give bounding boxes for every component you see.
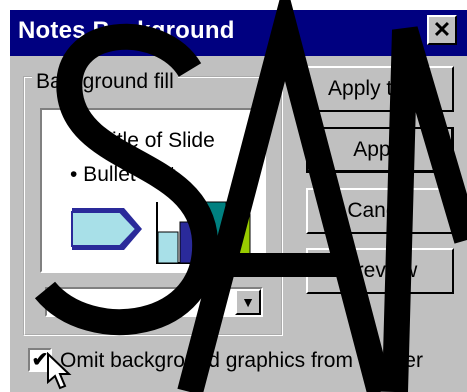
preview-chart-bar-2 <box>179 221 203 264</box>
preview-button[interactable]: Preview <box>306 248 454 294</box>
apply-button[interactable]: Apply <box>306 127 454 173</box>
combo-dropdown-button[interactable]: ▼ <box>235 289 261 315</box>
preview-chart-bar-1 <box>157 231 179 264</box>
omit-background-label[interactable]: Omit background graphics from master <box>60 349 423 373</box>
preview-chart-bar-3 <box>203 201 227 264</box>
cancel-button[interactable]: Cancel <box>306 188 454 234</box>
chevron-down-icon: ▼ <box>241 294 255 310</box>
preview-chart-bar-4 <box>227 213 251 264</box>
fill-color-combo[interactable]: ▼ <box>45 287 263 317</box>
arrow-cursor-icon <box>47 352 72 390</box>
apply-to-all-button[interactable]: Apply to All <box>306 66 454 112</box>
